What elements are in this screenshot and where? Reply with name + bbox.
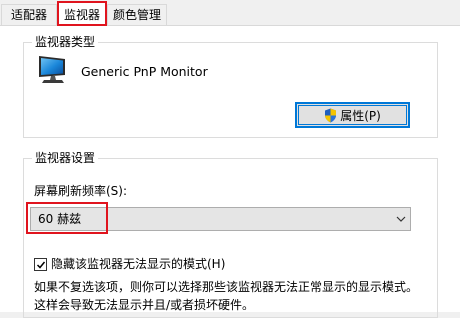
monitor-icon bbox=[39, 56, 65, 83]
monitor-type-group-title: 监视器类型 bbox=[32, 35, 99, 49]
refresh-rate-dropdown[interactable]: 60 赫兹 bbox=[30, 207, 411, 231]
checkmark-icon bbox=[36, 261, 46, 269]
uac-shield-icon bbox=[325, 108, 337, 122]
description-line-2: 这样会导致无法显示并且/或者损坏硬件。 bbox=[34, 298, 255, 312]
tab-color-management[interactable]: 颜色管理 bbox=[107, 4, 167, 25]
tab-strip: 适配器 监视器 颜色管理 bbox=[0, 0, 460, 26]
refresh-rate-value: 60 赫兹 bbox=[38, 212, 82, 226]
hide-modes-checkbox-label[interactable]: 隐藏该监视器无法显示的模式(H) bbox=[51, 257, 225, 271]
chevron-down-icon bbox=[396, 216, 406, 222]
monitor-settings-group-title: 监视器设置 bbox=[32, 151, 99, 165]
refresh-rate-label: 屏幕刷新频率(S): bbox=[34, 184, 128, 198]
monitor-name: Generic PnP Monitor bbox=[81, 64, 208, 79]
tab-adapter[interactable]: 适配器 bbox=[1, 4, 57, 25]
hide-modes-checkbox[interactable] bbox=[34, 258, 47, 271]
properties-button-label: 属性(P) bbox=[340, 108, 381, 123]
properties-button[interactable]: 属性(P) bbox=[295, 102, 410, 128]
hide-modes-description: 如果不复选该项，则你可以选择那些该监视器无法正常显示的显示模式。 这样会导致无法… bbox=[34, 278, 454, 314]
description-line-1: 如果不复选该项，则你可以选择那些该监视器无法正常显示的显示模式。 bbox=[34, 280, 419, 294]
tab-monitor[interactable]: 监视器 bbox=[57, 1, 107, 26]
